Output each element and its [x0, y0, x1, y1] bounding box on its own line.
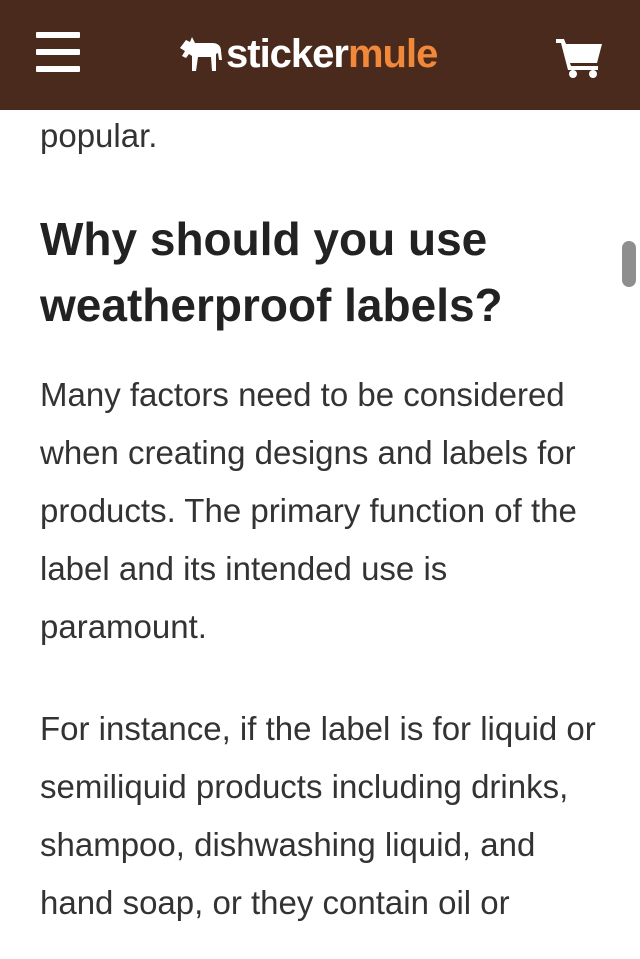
- brand-logo[interactable]: stickermule: [178, 26, 438, 82]
- cart-glyph: [556, 39, 602, 78]
- article-paragraph: Many factors need to be considered when …: [40, 376, 577, 645]
- article-paragraph: For instance, if the label is for liquid…: [40, 710, 596, 921]
- menu-bar-line: [36, 66, 80, 72]
- hamburger-menu-icon[interactable]: [36, 32, 82, 74]
- brand-wordmark: stickermule: [226, 32, 438, 76]
- article-content: popular. Why should you use weatherproof…: [40, 110, 610, 959]
- vertical-scrollbar[interactable]: [622, 241, 636, 287]
- paragraph-fragment: popular.: [40, 117, 158, 154]
- section-heading: Why should you use weatherproof labels?: [40, 213, 503, 331]
- top-navigation-bar: stickermule: [0, 0, 640, 110]
- menu-bar-line: [36, 32, 80, 38]
- shopping-cart-icon[interactable]: [556, 36, 604, 78]
- menu-bar-line: [36, 49, 80, 55]
- mule-icon: [180, 37, 222, 71]
